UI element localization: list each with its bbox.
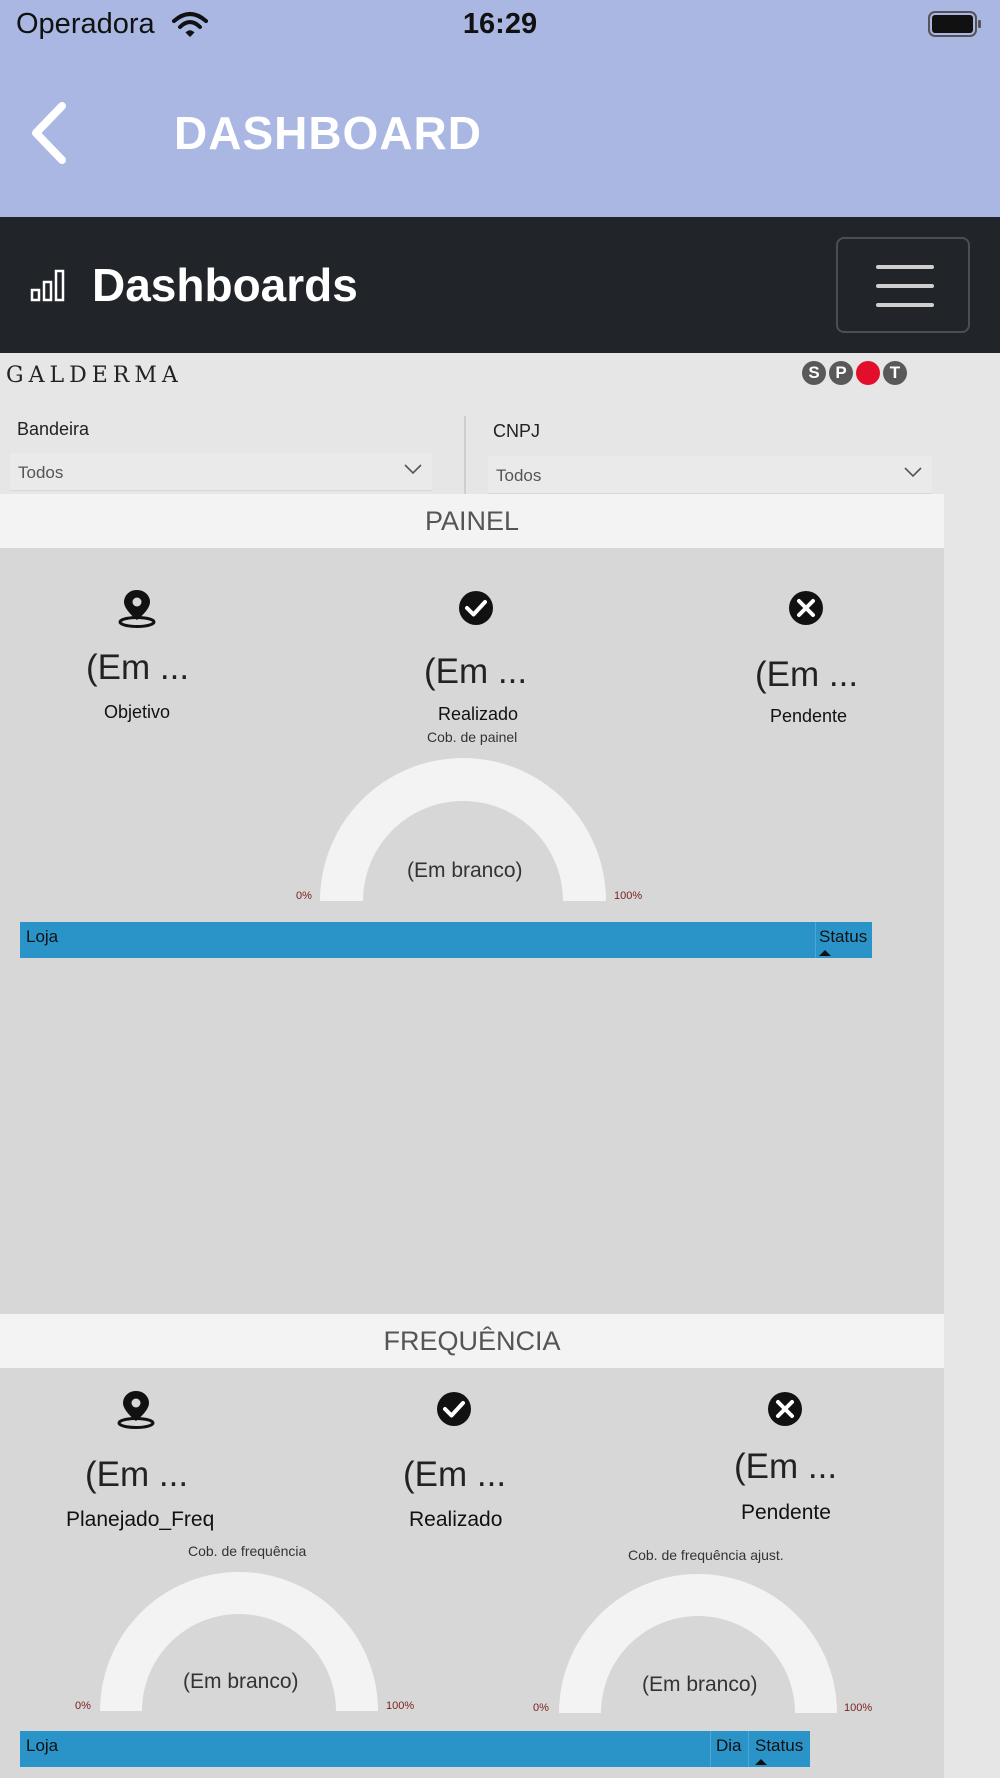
column-header-status[interactable]: Status <box>819 927 867 947</box>
column-separator <box>748 1731 749 1767</box>
column-header-dia[interactable]: Dia <box>716 1736 742 1756</box>
column-separator <box>710 1731 711 1767</box>
spot-logo-dot <box>856 361 880 385</box>
check-circle-icon <box>437 1392 471 1426</box>
spot-logo: S P T <box>802 361 907 385</box>
menu-button[interactable] <box>836 237 970 333</box>
x-circle-icon <box>789 591 823 625</box>
hamburger-icon-line <box>876 284 934 288</box>
gauge-max-label: 100% <box>614 890 643 902</box>
gauge-value-cob-frequencia: (Em branco) <box>183 1670 299 1693</box>
kpi-value-pendente-freq: (Em ... <box>734 1447 838 1486</box>
sort-ascending-icon[interactable] <box>819 950 831 956</box>
spot-logo-letter: S <box>802 361 826 385</box>
column-separator <box>815 922 816 958</box>
section-title-painel: PAINEL <box>0 494 944 548</box>
kpi-value-realizado-freq: (Em ... <box>403 1455 507 1494</box>
table-header-frequencia: Loja Dia Status <box>20 1731 810 1767</box>
gauge-min-label: 0% <box>296 890 312 902</box>
filter-bandeira-value: Todos <box>18 463 64 482</box>
gauge-max-label: 100% <box>386 1700 415 1712</box>
bar-chart-icon <box>30 269 65 302</box>
kpi-value-planejado-freq: (Em ... <box>85 1455 189 1494</box>
kpi-value-realizado: (Em ... <box>424 652 528 691</box>
gauge-value-cob-frequencia-ajust: (Em branco) <box>642 1673 758 1696</box>
gauge-value-cob-painel: (Em branco) <box>407 859 523 882</box>
chevron-down-icon <box>904 467 922 478</box>
clock: 16:29 <box>462 8 538 40</box>
spot-logo-letter: T <box>883 361 907 385</box>
kpi-label-objetivo: Objetivo <box>104 702 171 722</box>
hamburger-icon-line <box>876 265 934 269</box>
chevron-down-icon <box>404 464 422 475</box>
map-pin-icon <box>118 590 156 628</box>
galderma-logo: GALDERMA <box>6 363 183 388</box>
filter-cnpj-select[interactable]: Todos <box>488 456 932 494</box>
check-circle-icon <box>459 591 493 625</box>
app-bar <box>0 58 1000 217</box>
gauge-title-cob-frequencia-ajust: Cob. de frequência ajust. <box>628 1547 784 1563</box>
gauge-title-cob-painel: Cob. de painel <box>427 729 518 745</box>
kpi-label-realizado-freq: Realizado <box>409 1508 503 1531</box>
gauge-title-cob-frequencia: Cob. de frequência <box>188 1543 307 1559</box>
kpi-label-pendente: Pendente <box>770 706 848 726</box>
app-title: DASHBOARD <box>174 107 482 159</box>
table-header-painel: Loja Status <box>20 922 872 958</box>
x-circle-icon <box>768 1392 802 1426</box>
column-header-status[interactable]: Status <box>755 1736 803 1756</box>
filter-divider <box>464 416 466 494</box>
filter-label-cnpj: CNPJ <box>493 421 541 441</box>
filter-cnpj-value: Todos <box>496 466 542 485</box>
filter-bandeira-select[interactable]: Todos <box>10 453 432 491</box>
gauge-min-label: 0% <box>533 1702 549 1714</box>
sort-ascending-icon[interactable] <box>755 1759 767 1765</box>
page-title: Dashboards <box>92 259 358 311</box>
spot-logo-letter: P <box>829 361 853 385</box>
gauge-max-label: 100% <box>844 1702 873 1714</box>
kpi-label-realizado: Realizado <box>438 704 519 724</box>
column-header-loja[interactable]: Loja <box>26 1736 58 1756</box>
gauge-min-label: 0% <box>75 1700 91 1712</box>
section-title-frequencia: FREQUÊNCIA <box>0 1314 944 1368</box>
kpi-label-pendente-freq: Pendente <box>741 1501 831 1524</box>
kpi-value-objetivo: (Em ... <box>86 648 190 687</box>
back-icon[interactable] <box>26 100 72 166</box>
battery-icon <box>928 11 981 37</box>
map-pin-icon <box>117 1391 155 1429</box>
kpi-label-planejado-freq: Planejado_Freq <box>66 1508 215 1531</box>
filter-label-bandeira: Bandeira <box>17 419 90 439</box>
kpi-value-pendente: (Em ... <box>755 655 859 694</box>
hamburger-icon-line <box>876 303 934 307</box>
column-header-loja[interactable]: Loja <box>26 927 58 947</box>
